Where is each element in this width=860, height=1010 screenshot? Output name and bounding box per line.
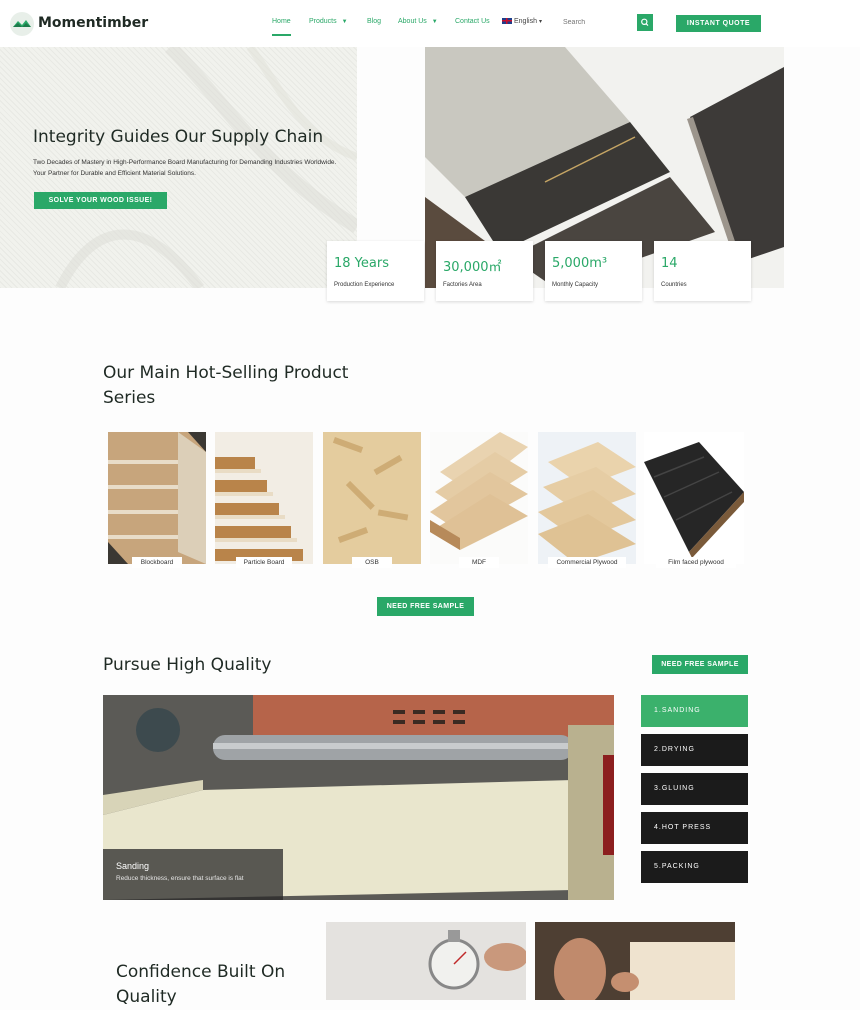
nav-home[interactable]: Home — [272, 18, 291, 36]
chevron-down-icon: ▾ — [538, 19, 542, 25]
product-card-osb[interactable] — [323, 432, 421, 564]
chevron-down-icon: ▼ — [431, 19, 438, 25]
step-tab-packing[interactable]: 5.PACKING — [641, 851, 748, 883]
language-selector[interactable]: English ▾ — [502, 18, 542, 25]
worker-inspecting-photo — [535, 922, 735, 1000]
language-label: English — [514, 18, 537, 25]
stat-label: Monthly Capacity — [552, 282, 599, 288]
product-card-particle-board[interactable] — [215, 432, 313, 564]
product-caption[interactable]: Film faced plywood — [656, 557, 736, 568]
stat-value: 30,000㎡ — [443, 260, 502, 275]
film-faced-plywood-image — [644, 432, 744, 564]
product-caption[interactable]: Particle Board — [236, 557, 292, 568]
logo-icon[interactable] — [10, 12, 34, 36]
worker-image — [535, 922, 735, 1000]
nav-products-label: Products — [309, 18, 337, 25]
caliper-image — [326, 922, 526, 1000]
mdf-image — [430, 432, 528, 564]
uk-flag-icon — [502, 18, 512, 25]
instant-quote-button[interactable]: INSTANT QUOTE — [676, 15, 761, 32]
product-caption[interactable]: MDF — [459, 557, 499, 568]
product-card-mdf[interactable] — [430, 432, 528, 564]
quality-section-title: Pursue High Quality — [103, 655, 272, 675]
step-tab-hot-press[interactable]: 4.HOT PRESS — [641, 812, 748, 844]
need-free-sample-button[interactable]: NEED FREE SAMPLE — [377, 597, 474, 616]
confidence-section-title: Confidence Built On Quality — [116, 962, 286, 1007]
product-card-commercial-plywood[interactable] — [538, 432, 636, 564]
caption-title: Sanding — [116, 861, 150, 871]
stat-card: 18 Years Production Experience — [327, 241, 424, 301]
caption-text: Reduce thickness, ensure that surface is… — [116, 875, 244, 882]
step-tab-gluing[interactable]: 3.GLUING — [641, 773, 748, 805]
stat-label: Production Experience — [334, 282, 395, 288]
search-input[interactable] — [560, 15, 640, 29]
particle-board-image — [215, 432, 313, 564]
stat-value: 5,000m³ — [552, 256, 608, 271]
nav-contact[interactable]: Contact Us — [455, 18, 490, 25]
blockboard-image — [108, 432, 206, 564]
stat-label: Factories Area — [443, 282, 482, 288]
nav-products[interactable]: Products ▼ — [309, 18, 348, 25]
search-button[interactable] — [637, 14, 653, 31]
commercial-plywood-image — [538, 432, 636, 564]
product-card-film-faced-plywood[interactable] — [644, 432, 744, 564]
site-header: Momentimber Home Products ▼ Blog About Us… — [0, 0, 860, 47]
logo-text[interactable]: Momentimber — [38, 15, 148, 31]
stat-label: Countries — [661, 282, 687, 288]
products-section-title: Our Main Hot-Selling Product Series — [103, 363, 349, 408]
step-tab-drying[interactable]: 2.DRYING — [641, 734, 748, 766]
step-tab-sanding[interactable]: 1.SANDING — [641, 695, 748, 727]
search-icon — [641, 18, 649, 27]
product-card-blockboard[interactable] — [108, 432, 206, 564]
chevron-down-icon: ▼ — [341, 19, 348, 25]
quality-free-sample-button[interactable]: NEED FREE SAMPLE — [652, 655, 748, 674]
product-caption[interactable]: Blockboard — [132, 557, 182, 568]
stat-card: 5,000m³ Monthly Capacity — [545, 241, 642, 301]
stat-value: 18 Years — [334, 256, 389, 271]
hero-subtitle: Two Decades of Mastery in High-Performan… — [33, 159, 337, 177]
osb-image — [323, 432, 421, 564]
hero-title: Integrity Guides Our Supply Chain — [33, 127, 324, 147]
product-caption[interactable]: OSB — [352, 557, 392, 568]
nav-blog[interactable]: Blog — [367, 18, 381, 25]
quality-measure-photo — [326, 922, 526, 1000]
solve-wood-issue-button[interactable]: SOLVE YOUR WOOD ISSUE! — [34, 192, 167, 209]
stat-value: 14 — [661, 256, 678, 271]
nav-about[interactable]: About Us ▼ — [398, 18, 438, 25]
product-caption[interactable]: Commercial Plywood — [548, 557, 626, 568]
stat-card: 14 Countries — [654, 241, 751, 301]
stat-card: 30,000㎡ Factories Area — [436, 241, 533, 301]
nav-about-label: About Us — [398, 18, 427, 25]
